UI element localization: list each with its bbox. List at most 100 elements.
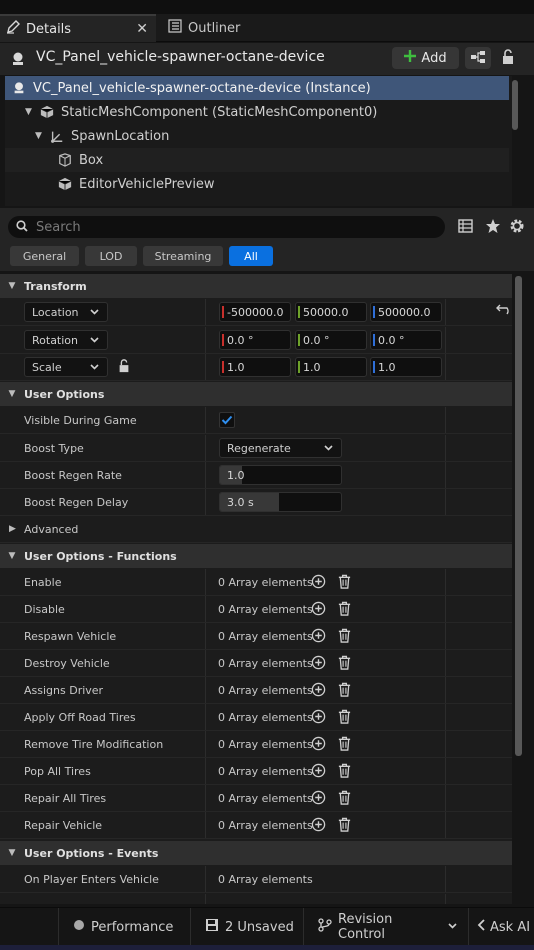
add-element-icon[interactable] [311, 574, 327, 590]
trash-icon[interactable] [337, 682, 353, 698]
tree-scrollbar[interactable] [512, 80, 518, 130]
scale-z-field[interactable]: 1.0 [370, 357, 442, 377]
revision-control-button[interactable]: Revision Control [303, 908, 458, 946]
property-label: Boost Regen Delay [24, 496, 129, 509]
tab-bar: Details ✕ Outliner [0, 14, 534, 42]
collapse-arrow-icon: ▼ [8, 389, 16, 399]
scale-lock-icon[interactable] [117, 359, 133, 375]
rotation-x-field[interactable]: 0.0 ° [219, 330, 291, 350]
add-element-icon[interactable] [311, 790, 327, 806]
collapse-arrow-icon[interactable]: ▼ [25, 107, 35, 117]
performance-button[interactable]: Performance [58, 908, 180, 946]
trash-icon[interactable] [337, 574, 353, 590]
advanced-section[interactable]: ▶ Advanced [0, 516, 512, 543]
chevron-left-icon [477, 919, 486, 935]
unlock-icon[interactable] [500, 49, 520, 69]
collapse-arrow-icon[interactable]: ▼ [35, 131, 45, 141]
category-user-options-events[interactable]: ▼ User Options - Events [0, 841, 512, 865]
trash-icon[interactable] [337, 709, 353, 725]
property-row-function: Destroy Vehicle 0 Array elements [0, 650, 512, 677]
tree-item-label: StaticMeshComponent (StaticMeshComponent… [61, 104, 378, 120]
tree-item-spawn-location[interactable]: ▼ SpawnLocation [5, 124, 509, 148]
unsaved-button[interactable]: 2 Unsaved [190, 908, 300, 946]
visible-checkbox[interactable] [219, 412, 235, 428]
scale-mode-dropdown[interactable]: Scale [24, 357, 108, 377]
close-tab-icon[interactable]: ✕ [136, 21, 148, 37]
tree-item-instance[interactable]: VC_Panel_vehicle-spawner-octane-device (… [5, 76, 509, 100]
add-element-icon[interactable] [311, 736, 327, 752]
add-component-button[interactable]: Add [392, 47, 459, 69]
trash-icon[interactable] [337, 601, 353, 617]
filter-tab-general[interactable]: General [10, 246, 79, 266]
tab-outliner[interactable]: Outliner [162, 14, 282, 42]
blueprint-hierarchy-button[interactable] [465, 47, 491, 69]
add-element-icon[interactable] [311, 817, 327, 833]
expand-arrow-icon: ▶ [9, 524, 16, 534]
scale-x-field[interactable]: 1.0 [219, 357, 291, 377]
rotation-y-field[interactable]: 0.0 ° [295, 330, 367, 350]
property-grid-scrollbar[interactable] [515, 276, 522, 756]
property-row-function: Apply Off Road Tires 0 Array elements [0, 704, 512, 731]
rotation-mode-dropdown[interactable]: Rotation [24, 330, 108, 350]
category-label: Transform [24, 279, 87, 293]
add-element-icon[interactable] [311, 655, 327, 671]
location-y-field[interactable]: 50000.0 [295, 302, 367, 322]
add-element-icon[interactable] [311, 709, 327, 725]
filter-tab-lod[interactable]: LOD [85, 246, 137, 266]
array-count: 0 Array elements [218, 657, 313, 670]
dropdown-label: Location [32, 305, 79, 319]
tree-item-box[interactable]: Box [5, 148, 509, 172]
property-row-function: Repair All Tires 0 Array elements [0, 785, 512, 812]
boost-regen-rate-field[interactable]: 1.0 [219, 465, 342, 485]
location-x-field[interactable]: -500000.0 [219, 302, 291, 322]
tree-item-static-mesh-component[interactable]: ▼ StaticMeshComponent (StaticMeshCompone… [5, 100, 509, 124]
trash-icon[interactable] [337, 817, 353, 833]
location-z-field[interactable]: 500000.0 [370, 302, 442, 322]
search-input[interactable] [36, 219, 416, 235]
add-element-icon[interactable] [311, 682, 327, 698]
trash-icon[interactable] [337, 763, 353, 779]
revision-control-label: Revision Control [338, 912, 393, 942]
scale-y-field[interactable]: 1.0 [295, 357, 367, 377]
property-row-visible-during-game: Visible During Game [0, 407, 512, 434]
trash-icon[interactable] [337, 655, 353, 671]
filter-tab-streaming[interactable]: Streaming [143, 246, 223, 266]
actor-icon [11, 80, 27, 96]
property-label: Boost Type [24, 442, 84, 455]
array-count: 0 Array elements [218, 792, 313, 805]
filter-tab-all[interactable]: All [229, 246, 273, 266]
favorites-star-icon[interactable] [485, 218, 501, 237]
add-element-icon[interactable] [311, 628, 327, 644]
outliner-icon [168, 19, 182, 37]
boost-regen-delay-field[interactable]: 3.0 s [219, 492, 342, 512]
property-row-location: Location -500000.0 50000.0 500000.0 [0, 299, 512, 326]
ask-ai-label: Ask AI [490, 919, 531, 935]
category-transform[interactable]: ▼ Transform [0, 274, 512, 298]
property-label: Pop All Tires [24, 765, 91, 778]
search-box[interactable] [8, 216, 445, 238]
boost-type-dropdown[interactable]: Regenerate [219, 438, 342, 458]
chevron-down-icon [447, 920, 458, 935]
location-mode-dropdown[interactable]: Location [24, 302, 108, 322]
tab-details[interactable]: Details ✕ [0, 14, 156, 42]
add-element-icon[interactable] [311, 601, 327, 617]
property-label: Enable [24, 576, 62, 589]
add-element-icon[interactable] [311, 763, 327, 779]
settings-gear-icon[interactable] [509, 218, 525, 237]
tree-item-editor-vehicle-preview[interactable]: EditorVehiclePreview [5, 172, 509, 196]
ask-ai-button[interactable]: Ask AI [468, 908, 534, 946]
trash-icon[interactable] [337, 790, 353, 806]
property-label: Remove Tire Modification [24, 738, 164, 751]
property-label: Apply Off Road Tires [24, 711, 136, 724]
array-count: 0 Array elements [218, 576, 313, 589]
category-user-options[interactable]: ▼ User Options [0, 382, 512, 406]
table-view-icon[interactable] [458, 219, 473, 236]
trash-icon[interactable] [337, 736, 353, 752]
rotation-z-field[interactable]: 0.0 ° [370, 330, 442, 350]
reset-to-default-icon[interactable] [494, 304, 510, 320]
property-label: Visible During Game [24, 414, 137, 427]
window-top-strip [0, 0, 534, 14]
trash-icon[interactable] [337, 628, 353, 644]
array-count: 0 Array elements [218, 873, 313, 886]
category-user-options-functions[interactable]: ▼ User Options - Functions [0, 544, 512, 568]
